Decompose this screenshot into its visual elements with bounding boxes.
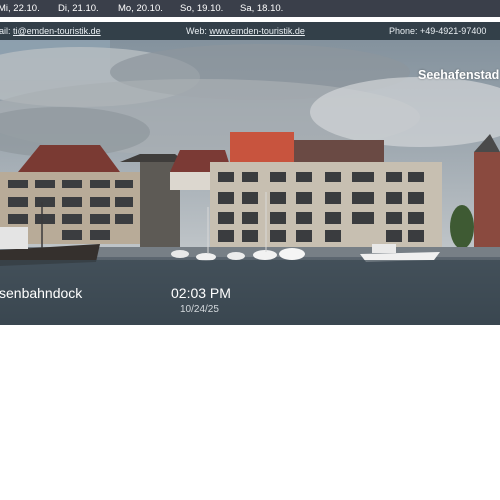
email-info: ail: ti@emden-touristik.de: [0, 26, 101, 36]
date-display: 10/24/25: [180, 304, 219, 315]
date-tab-1[interactable]: Mi, 22.10.: [0, 3, 40, 14]
web-link[interactable]: www.emden-touristik.de: [209, 26, 305, 36]
webcam-view[interactable]: ail: ti@emden-touristik.de Web: www.emde…: [0, 22, 500, 325]
time-display: 02:03 PM: [171, 285, 231, 301]
phone-info: Phone: +49-4921-97400: [389, 26, 487, 36]
web-info: Web: www.emden-touristik.de: [186, 26, 305, 36]
date-tabs-bar: Mi, 22.10. Di, 21.10. Mo, 20.10. So, 19.…: [0, 0, 500, 18]
email-link[interactable]: ti@emden-touristik.de: [13, 26, 101, 36]
web-prefix: Web:: [186, 26, 210, 36]
camera-title: Seehafenstad: [418, 68, 500, 82]
date-tab-3[interactable]: Mo, 20.10.: [118, 3, 163, 14]
email-prefix: ail:: [0, 26, 14, 36]
date-tab-4[interactable]: So, 19.10.: [180, 3, 223, 14]
location-name: senbahndock: [0, 285, 83, 301]
date-tab-2[interactable]: Di, 21.10.: [58, 3, 99, 14]
contact-info-bar: ail: ti@emden-touristik.de Web: www.emde…: [0, 22, 500, 40]
date-tab-5[interactable]: Sa, 18.10.: [240, 3, 283, 14]
